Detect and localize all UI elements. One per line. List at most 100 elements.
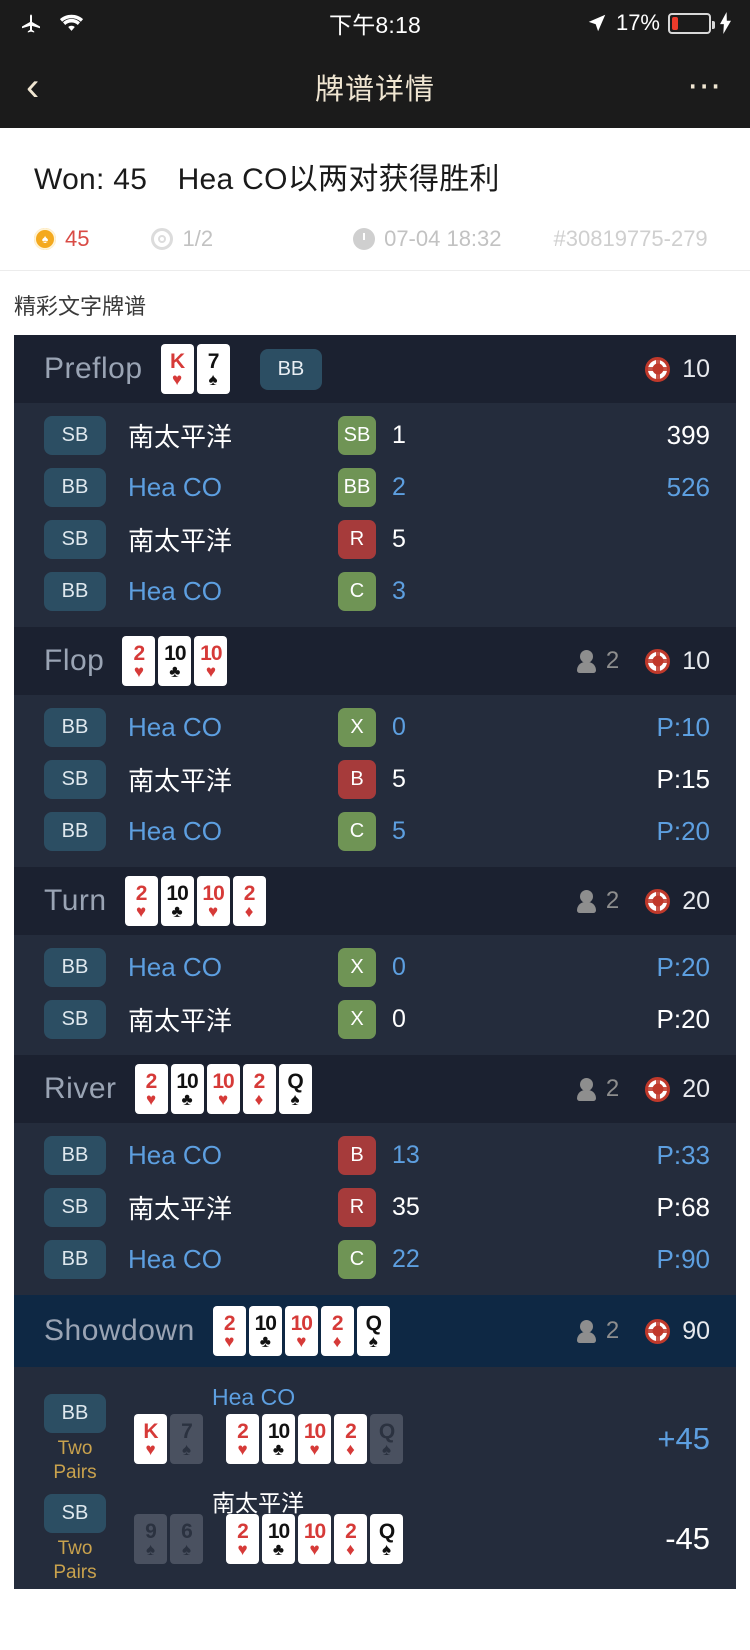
action-row: BBHea COC22P:90 [14, 1233, 736, 1285]
result-cards-block: Hea COK♥7♠2♥10♣10♥2♦Q♠ [134, 1414, 403, 1464]
poker-chip-icon [645, 889, 670, 914]
blinds-meta: 1/2 [151, 226, 213, 252]
card-rank: 2 [224, 1313, 235, 1334]
player-name[interactable]: Hea CO [128, 1140, 338, 1171]
stack-or-pot: P:33 [657, 1140, 711, 1171]
battery-percent-label: 17% [616, 10, 660, 36]
summary-meta-row: ♠ 45 1/2 07-04 18:32 #30819775-279 [34, 226, 716, 252]
card-suit: ♥ [146, 1091, 156, 1108]
hero-position-badge: BB [260, 349, 323, 390]
street-name: Turn [44, 884, 107, 918]
result-position-block: BBTwo Pairs [44, 1394, 106, 1485]
poker-chip-icon [645, 649, 670, 674]
player-name[interactable]: 南太平洋 [212, 1484, 304, 1518]
playing-card: K♥ [161, 344, 194, 394]
playing-card: 10♥ [194, 636, 227, 686]
card-suit: ♠ [382, 1541, 391, 1558]
street-stats: 220 [577, 887, 710, 916]
street-cards: 2♥10♣10♥2♦Q♠ [213, 1306, 390, 1356]
player-name[interactable]: 南太平洋 [128, 1001, 338, 1038]
playing-card: 2♦ [334, 1514, 367, 1564]
street-cards: 2♥10♣10♥ [122, 636, 227, 686]
player-name[interactable]: Hea CO [128, 952, 338, 983]
position-badge: SB [44, 1494, 106, 1533]
card-rank: Q [379, 1521, 394, 1542]
street-stats: 2 10 [577, 647, 710, 676]
battery-fill [672, 17, 678, 30]
stack-or-pot: P:20 [657, 1004, 711, 1035]
player-name[interactable]: 南太平洋 [128, 761, 338, 798]
card-rank: 7 [181, 1421, 192, 1442]
player-name[interactable]: Hea CO [128, 816, 338, 847]
stack-or-pot: P:20 [657, 952, 711, 983]
action-badge: B [338, 760, 376, 799]
card-suit: ♥ [145, 1441, 155, 1458]
playing-card: Q♠ [370, 1514, 403, 1564]
position-badge: SB [44, 416, 106, 455]
status-bar: 下午8:18 17% [0, 0, 750, 46]
action-rows: BBHea COX0P:10SB南太平洋B5P:15BBHea COC5P:20 [14, 695, 736, 867]
playing-card: 6♠ [170, 1514, 203, 1564]
clock-icon [353, 228, 375, 250]
playing-card: Q♠ [279, 1064, 312, 1114]
action-row: SB南太平洋R5 [14, 513, 736, 565]
action-badge: B [338, 1136, 376, 1175]
player-name[interactable]: Hea CO [128, 1244, 338, 1275]
action-row: BBHea COX0P:20 [14, 941, 736, 993]
street-header: Flop2♥10♣10♥210 [14, 627, 736, 695]
action-amount: 0 [392, 713, 482, 742]
player-name[interactable]: Hea CO [128, 576, 338, 607]
player-name[interactable]: 南太平洋 [128, 521, 338, 558]
card-rank: 10 [176, 1071, 197, 1092]
playing-card: 10♣ [171, 1064, 204, 1114]
position-badge: BB [44, 1136, 106, 1175]
card-rank: 10 [304, 1521, 325, 1542]
card-rank: 10 [255, 1313, 276, 1334]
action-badge: C [338, 812, 376, 851]
players-count: 2 [577, 647, 619, 675]
ellipsis-icon[interactable]: ⋯ [687, 80, 724, 94]
position-badge: BB [44, 708, 106, 747]
pot-size-value: 20 [682, 1075, 710, 1104]
pot-size: 10 [645, 647, 710, 676]
position-badge: BB [44, 572, 106, 611]
player-name[interactable]: Hea CO [128, 472, 338, 503]
card-suit: ♥ [172, 371, 182, 388]
player-name[interactable]: Hea CO [128, 712, 338, 743]
airplane-icon [18, 11, 44, 35]
card-suit: ♥ [136, 903, 146, 920]
position-badge: BB [44, 1240, 106, 1279]
hand-id: #30819775-279 [554, 226, 708, 252]
card-rank: 10 [304, 1421, 325, 1442]
pot-size: 20 [645, 887, 710, 916]
pot-size-value: 20 [682, 887, 710, 916]
player-name[interactable]: 南太平洋 [128, 1189, 338, 1226]
card-suit: ♥ [237, 1441, 247, 1458]
pot-size-value: 10 [682, 355, 710, 384]
playing-card: 10♣ [262, 1514, 295, 1564]
blinds-value: 1/2 [182, 226, 213, 252]
card-rank: Q [287, 1071, 302, 1092]
card-suit: ♥ [208, 903, 218, 920]
card-suit: ♦ [333, 1333, 342, 1350]
section-label: 精彩文字牌谱 [0, 271, 750, 335]
summary-title: Won: 45 Hea CO以两对获得胜利 [34, 154, 716, 198]
card-suit: ♦ [255, 1091, 264, 1108]
position-badge: SB [44, 520, 106, 559]
street-header: PreflopK♥7♠BB10 [14, 335, 736, 403]
player-name[interactable]: 南太平洋 [128, 417, 338, 454]
playing-card: K♥ [134, 1414, 167, 1464]
card-rank: 10 [268, 1521, 289, 1542]
playing-card: Q♠ [357, 1306, 390, 1356]
playing-card: Q♠ [370, 1414, 403, 1464]
card-rank: K [143, 1421, 157, 1442]
person-icon [577, 1320, 596, 1343]
back-chevron-icon[interactable]: ‹ [26, 67, 39, 107]
pot-size: 90 [645, 1317, 710, 1346]
action-row: SB南太平洋SB1399 [14, 409, 736, 461]
player-name[interactable]: Hea CO [212, 1384, 295, 1411]
card-rank: 10 [202, 883, 223, 904]
pot-size-value: 10 [682, 647, 710, 676]
playing-card: 10♥ [298, 1414, 331, 1464]
action-row: SB南太平洋X0P:20 [14, 993, 736, 1045]
